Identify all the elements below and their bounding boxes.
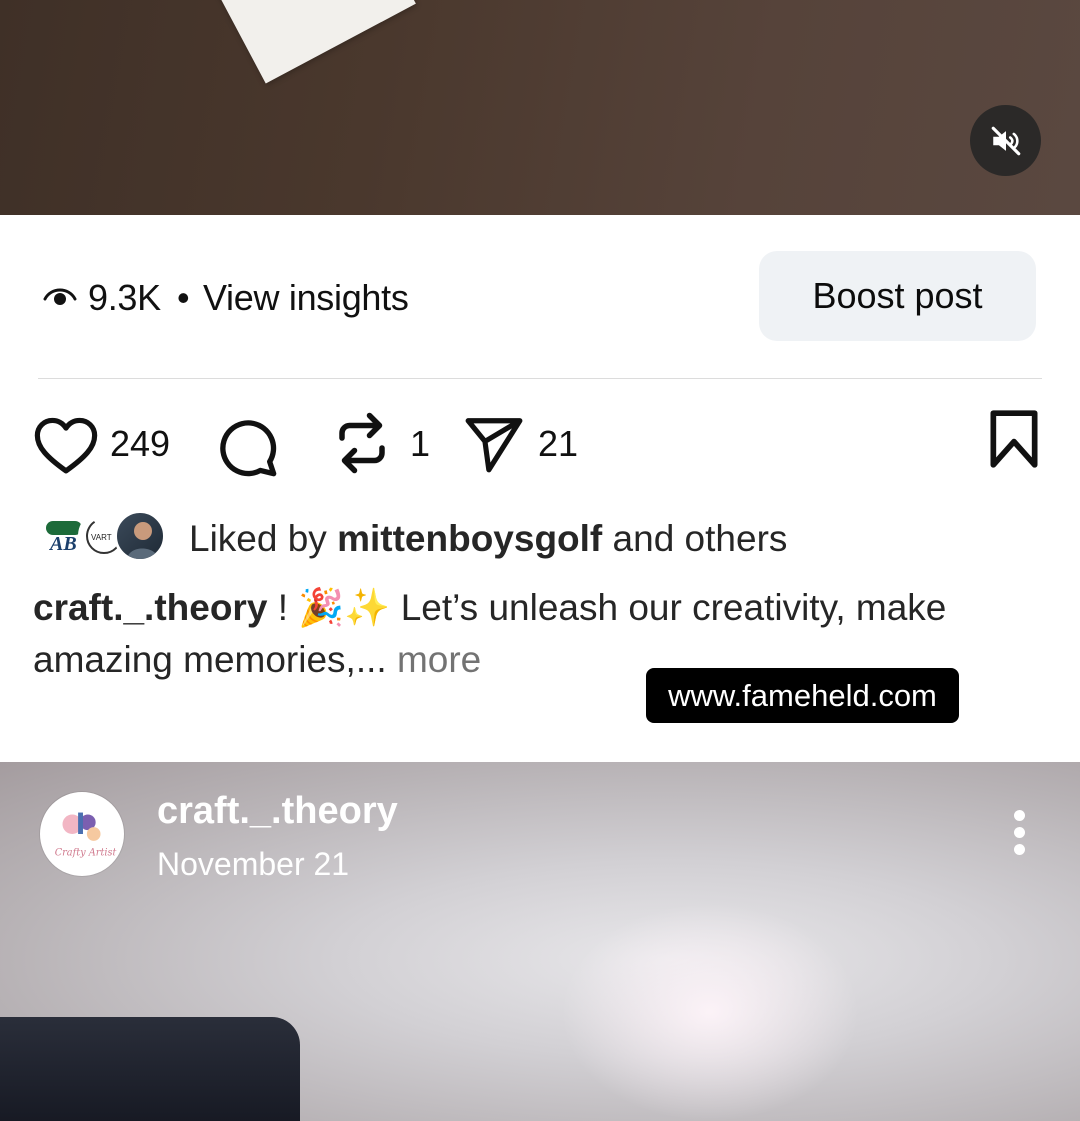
liked-by-row[interactable]: AB VART Liked by mittenboysgolf and othe…: [0, 510, 1080, 570]
bookmark-icon[interactable]: [987, 408, 1041, 470]
paper-in-video: [214, 0, 416, 84]
next-post-date: November 21: [157, 846, 350, 882]
speaker-muted-icon: [991, 126, 1020, 155]
device-in-photo: [0, 1017, 300, 1121]
caption-username[interactable]: craft._.theory: [33, 587, 267, 628]
more-options-icon[interactable]: [1005, 810, 1033, 860]
svg-text:Crafty Artist: Crafty Artist: [55, 847, 117, 858]
mute-button[interactable]: [970, 105, 1041, 176]
next-post-media[interactable]: Crafty Artist craft._.theory November 21: [0, 762, 1080, 1121]
watermark-label: www.fameheld.com: [646, 668, 959, 723]
share-icon[interactable]: [462, 413, 526, 475]
eye-icon: [43, 288, 77, 305]
post-actions: 249 1 21: [0, 405, 1080, 480]
heart-icon[interactable]: [33, 415, 99, 475]
caption-more-link[interactable]: more: [397, 639, 481, 680]
like-count[interactable]: 249: [110, 423, 170, 465]
share-count[interactable]: 21: [538, 423, 578, 465]
divider: [38, 378, 1042, 379]
view-insights-link[interactable]: View insights: [203, 277, 409, 319]
next-post-author[interactable]: craft._.theory: [157, 790, 398, 833]
separator-dot: •: [177, 277, 190, 318]
repost-icon[interactable]: [332, 410, 392, 476]
boost-post-button[interactable]: Boost post: [759, 251, 1036, 341]
next-post-avatar[interactable]: Crafty Artist: [40, 792, 124, 876]
svg-text:VART: VART: [91, 533, 112, 542]
repost-count[interactable]: 1: [410, 423, 430, 465]
light-glow: [560, 902, 860, 1121]
comment-icon[interactable]: [214, 415, 280, 479]
liked-by-username[interactable]: mittenboysgolf: [337, 518, 602, 559]
liker-avatar: [114, 510, 166, 562]
svg-text:AB: AB: [48, 533, 77, 555]
post-media-video[interactable]: [0, 0, 1080, 215]
caption-emojis: 🎉✨: [298, 587, 391, 628]
view-count: 9.3K: [88, 277, 161, 318]
liked-by-text: Liked by mittenboysgolf and others: [189, 518, 788, 559]
insights-row: 9.3K • View insights Boost post: [0, 251, 1080, 341]
